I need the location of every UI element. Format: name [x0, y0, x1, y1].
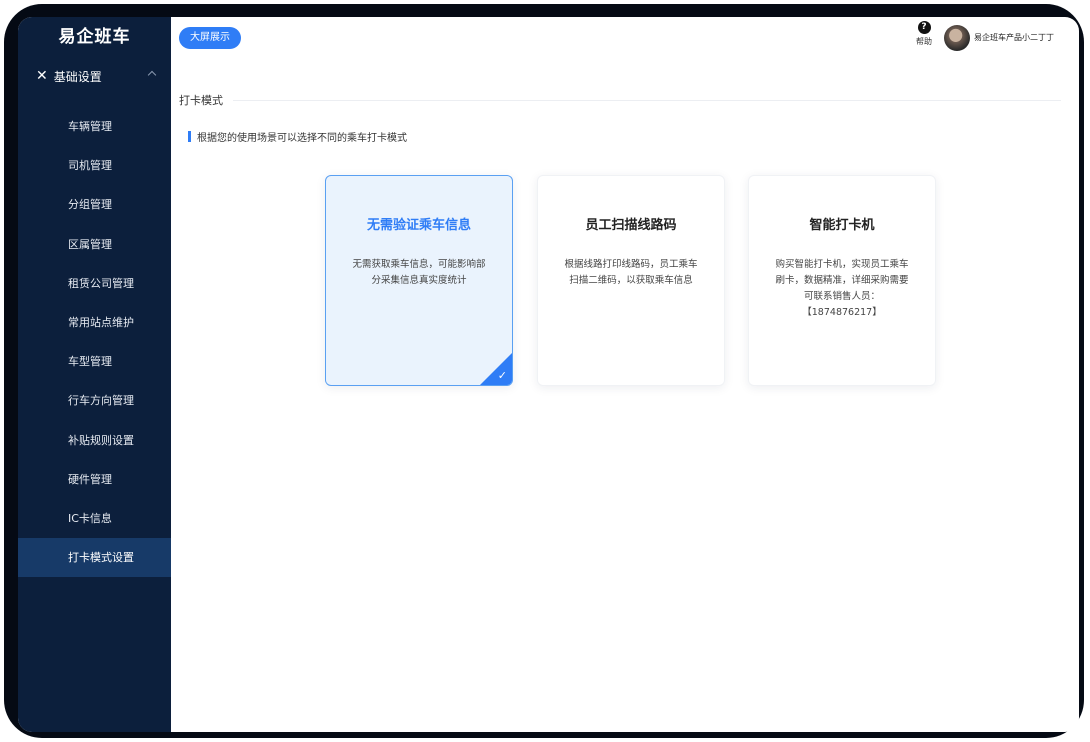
chevron-up-icon: [147, 70, 157, 80]
big-screen-button[interactable]: 大屏展示: [179, 27, 241, 49]
check-icon: ✓: [497, 369, 507, 382]
hint-text: 根据您的使用场景可以选择不同的乘车打卡模式: [197, 133, 407, 144]
sidebar-item-ic-card[interactable]: IC卡信息: [18, 499, 171, 538]
card-desc: 无需获取乘车信息，可能影响部分采集信息真实度统计: [352, 259, 486, 286]
sidebar-item-region[interactable]: 区属管理: [18, 225, 171, 264]
sidebar-item-vehicle[interactable]: 车辆管理: [18, 107, 171, 146]
card-desc: 购买智能打卡机，实现员工乘车刷卡，数据精准，详细采购需要可联系销售人员：【187…: [775, 259, 909, 318]
mode-card-no-verify[interactable]: 无需验证乘车信息 无需获取乘车信息，可能影响部分采集信息真实度统计 ✓: [325, 175, 513, 386]
help-icon: ?: [917, 21, 931, 34]
card-title: 无需验证乘车信息: [366, 218, 471, 233]
page-title-row: 打卡模式: [179, 91, 1061, 109]
sidebar-item-vehicle-type[interactable]: 车型管理: [18, 342, 171, 381]
page-title: 打卡模式: [179, 94, 223, 107]
sidebar-menu: 车辆管理 司机管理 分组管理 区属管理 租赁公司管理 常用站点维护 车型管理 行…: [18, 107, 171, 578]
mode-card-smart-punch-machine[interactable]: 智能打卡机 购买智能打卡机，实现员工乘车刷卡，数据精准，详细采购需要可联系销售人…: [748, 175, 936, 386]
selected-corner: [480, 353, 512, 385]
sidebar-section-basic-settings[interactable]: ✕ 基础设置: [18, 57, 171, 95]
card-desc: 根据线路打印线路码，员工乘车扫描二维码，以获取乘车信息: [564, 259, 698, 286]
main-content: 打卡模式 根据您的使用场景可以选择不同的乘车打卡模式 无需验证乘车信息 无需获取…: [171, 61, 1079, 732]
card-title: 员工扫描线路码: [585, 218, 677, 233]
app-screen: 易企班车 ✕ 基础设置 车辆管理 司机管理 分组管理 区属管理 租赁公司管理 常…: [18, 17, 1079, 732]
sidebar-item-driver[interactable]: 司机管理: [18, 146, 171, 185]
sidebar-item-leasing-company[interactable]: 租赁公司管理: [18, 264, 171, 303]
wrench-screwdriver-icon: ✕: [36, 68, 48, 84]
user-name[interactable]: 易企班车产品小二丁丁: [974, 32, 1054, 43]
help-label: 帮助: [916, 37, 932, 46]
mode-card-scan-route-code[interactable]: 员工扫描线路码 根据线路打印线路码，员工乘车扫描二维码，以获取乘车信息: [537, 175, 725, 386]
avatar[interactable]: [944, 25, 970, 51]
device-frame: 易企班车 ✕ 基础设置 车辆管理 司机管理 分组管理 区属管理 租赁公司管理 常…: [4, 4, 1084, 738]
sidebar-item-checkin-mode[interactable]: 打卡模式设置: [18, 538, 171, 578]
sidebar-item-group[interactable]: 分组管理: [18, 185, 171, 224]
sidebar-item-hardware[interactable]: 硬件管理: [18, 460, 171, 499]
sidebar-item-stations[interactable]: 常用站点维护: [18, 303, 171, 342]
mode-hint: 根据您的使用场景可以选择不同的乘车打卡模式: [188, 129, 407, 144]
card-title: 智能打卡机: [809, 218, 875, 233]
sidebar: 易企班车 ✕ 基础设置 车辆管理 司机管理 分组管理 区属管理 租赁公司管理 常…: [18, 17, 171, 732]
app-logo: 易企班车: [58, 27, 131, 47]
title-divider: [233, 99, 1061, 101]
sidebar-section-label: 基础设置: [53, 69, 102, 84]
hint-accent-bar: [188, 131, 191, 142]
sidebar-item-direction[interactable]: 行车方向管理: [18, 381, 171, 420]
top-bar: 大屏展示 ? 帮助 易企班车产品小二丁丁: [171, 17, 1079, 61]
help-button[interactable]: ? 帮助: [914, 21, 934, 47]
sidebar-item-subsidy[interactable]: 补贴规则设置: [18, 421, 171, 460]
